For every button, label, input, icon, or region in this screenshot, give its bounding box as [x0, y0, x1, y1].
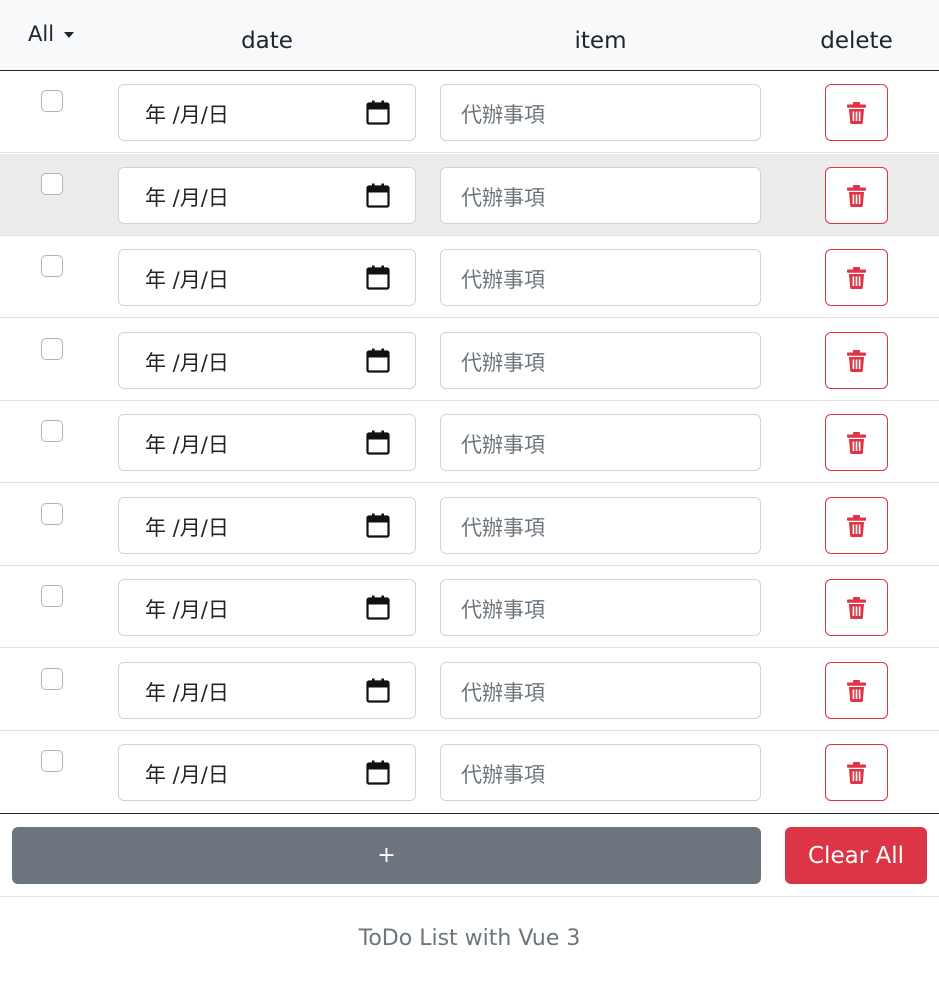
- date-input[interactable]: 年 /月/日: [118, 166, 416, 224]
- date-value: 年 /月/日: [145, 350, 229, 375]
- footer-text: ToDo List with Vue 3: [358, 926, 581, 951]
- done-checkbox[interactable]: [41, 337, 63, 360]
- add-row-button[interactable]: +: [12, 827, 761, 884]
- column-header-delete: delete: [820, 28, 893, 54]
- todo-item-input[interactable]: 代辦事項: [440, 496, 761, 554]
- todo-item-input[interactable]: 代辦事項: [440, 166, 761, 224]
- delete-button[interactable]: [825, 249, 888, 306]
- date-input[interactable]: 年 /月/日: [118, 496, 416, 554]
- date-value: 年 /月/日: [145, 763, 229, 787]
- table-row: 年 /月/日 代辦事項: [0, 484, 939, 566]
- date-value: 年 /月/日: [145, 185, 229, 210]
- calendar-icon[interactable]: [366, 348, 390, 373]
- trash-icon: [847, 432, 866, 454]
- calendar-icon[interactable]: [366, 595, 390, 620]
- date-input[interactable]: 年 /月/日: [118, 84, 416, 141]
- done-checkbox[interactable]: [41, 585, 63, 607]
- done-checkbox[interactable]: [41, 420, 63, 442]
- done-checkbox[interactable]: [41, 172, 63, 195]
- date-value: 年 /月/日: [145, 680, 229, 705]
- trash-icon: [847, 514, 866, 537]
- table-row: 年 /月/日 代辦事項: [0, 236, 939, 318]
- delete-button[interactable]: [825, 661, 888, 719]
- date-input[interactable]: 年 /月/日: [118, 744, 416, 801]
- todo-item-placeholder: 代辦事項: [461, 763, 545, 787]
- table-header: All date item delete: [0, 0, 939, 71]
- delete-button[interactable]: [825, 579, 888, 636]
- todo-item-placeholder: 代辦事項: [461, 598, 545, 622]
- trash-icon: [847, 679, 866, 702]
- done-checkbox[interactable]: [41, 502, 63, 525]
- todo-item-placeholder: 代辦事項: [461, 433, 545, 457]
- done-checkbox[interactable]: [41, 90, 63, 112]
- trash-icon: [847, 102, 866, 124]
- trash-icon: [847, 349, 866, 372]
- todo-item-input[interactable]: 代辦事項: [440, 331, 761, 389]
- table-row: 年 /月/日 代辦事項: [0, 566, 939, 648]
- trash-icon: [847, 762, 866, 784]
- filter-label: All: [28, 22, 55, 46]
- trash-icon: [847, 597, 866, 619]
- todo-item-input[interactable]: 代辦事項: [440, 414, 761, 471]
- table-row: 年 /月/日 代辦事項: [0, 319, 939, 401]
- date-value: 年 /月/日: [145, 433, 229, 457]
- filter-dropdown[interactable]: All: [28, 22, 75, 46]
- todo-item-placeholder: 代辦事項: [461, 268, 545, 292]
- table-row: 年 /月/日 代辦事項: [0, 71, 939, 153]
- trash-icon: [847, 267, 866, 289]
- todo-item-input[interactable]: 代辦事項: [440, 579, 761, 636]
- date-value: 年 /月/日: [145, 103, 229, 127]
- table-row: 年 /月/日 代辦事項: [0, 153, 939, 236]
- calendar-icon[interactable]: [366, 100, 390, 125]
- calendar-icon[interactable]: [366, 678, 390, 703]
- date-input[interactable]: 年 /月/日: [118, 249, 416, 306]
- column-header-item: item: [574, 28, 627, 54]
- calendar-icon[interactable]: [366, 760, 390, 785]
- clear-all-button[interactable]: Clear All: [785, 827, 927, 884]
- todo-item-placeholder: 代辦事項: [461, 680, 545, 705]
- todo-item-input[interactable]: 代辦事項: [440, 84, 761, 141]
- todo-item-placeholder: 代辦事項: [461, 185, 545, 210]
- todo-app: All date item delete 年 /月/日 代辦事項 年 /月/日 …: [0, 0, 939, 981]
- table-bottom-border: [0, 813, 939, 814]
- table-row: 年 /月/日 代辦事項: [0, 731, 939, 813]
- table-row: 年 /月/日 代辦事項: [0, 401, 939, 483]
- date-value: 年 /月/日: [145, 598, 229, 622]
- todo-item-input[interactable]: 代辦事項: [440, 744, 761, 801]
- delete-button[interactable]: [825, 744, 888, 801]
- done-checkbox[interactable]: [41, 667, 63, 690]
- date-value: 年 /月/日: [145, 515, 229, 540]
- delete-button[interactable]: [825, 331, 888, 389]
- todo-item-placeholder: 代辦事項: [461, 515, 545, 540]
- delete-button[interactable]: [825, 414, 888, 471]
- todo-item-placeholder: 代辦事項: [461, 103, 545, 127]
- date-value: 年 /月/日: [145, 268, 229, 292]
- done-checkbox[interactable]: [41, 255, 63, 277]
- caret-down-icon: [64, 32, 75, 38]
- delete-button[interactable]: [825, 84, 888, 141]
- trash-icon: [847, 184, 866, 207]
- delete-button[interactable]: [825, 496, 888, 554]
- calendar-icon[interactable]: [366, 430, 390, 455]
- done-checkbox[interactable]: [41, 750, 63, 772]
- todo-item-input[interactable]: 代辦事項: [440, 249, 761, 306]
- table-row: 年 /月/日 代辦事項: [0, 649, 939, 731]
- calendar-icon[interactable]: [366, 183, 390, 208]
- todo-item-placeholder: 代辦事項: [461, 350, 545, 375]
- date-input[interactable]: 年 /月/日: [118, 414, 416, 471]
- footer-divider: [0, 896, 939, 897]
- delete-button[interactable]: [825, 166, 888, 224]
- calendar-icon[interactable]: [366, 513, 390, 538]
- column-header-date: date: [241, 28, 293, 54]
- calendar-icon[interactable]: [366, 265, 390, 290]
- date-input[interactable]: 年 /月/日: [118, 331, 416, 389]
- date-input[interactable]: 年 /月/日: [118, 661, 416, 719]
- todo-item-input[interactable]: 代辦事項: [440, 661, 761, 719]
- date-input[interactable]: 年 /月/日: [118, 579, 416, 636]
